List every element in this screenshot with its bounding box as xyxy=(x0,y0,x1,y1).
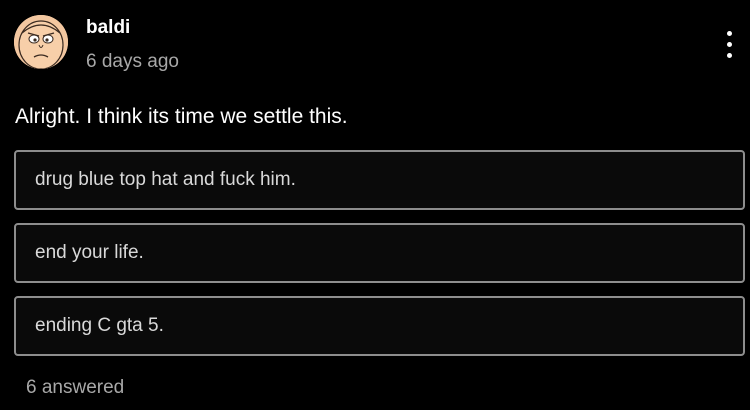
menu-dot xyxy=(727,53,732,58)
avatar[interactable] xyxy=(14,15,68,69)
poll-option[interactable]: drug blue top hat and fuck him. xyxy=(14,150,745,210)
cartoon-face-icon xyxy=(14,15,68,69)
menu-dot xyxy=(727,42,732,47)
poll-option[interactable]: ending C gta 5. xyxy=(14,296,745,356)
poll-option[interactable]: end your life. xyxy=(14,223,745,283)
post-header: baldi 6 days ago xyxy=(14,15,736,77)
poll-question: Alright. I think its time we settle this… xyxy=(15,105,348,128)
more-vertical-icon[interactable] xyxy=(722,29,736,61)
menu-dot xyxy=(727,31,732,36)
answered-count: 6 answered xyxy=(26,377,125,398)
post-timestamp: 6 days ago xyxy=(86,51,179,72)
author-name[interactable]: baldi xyxy=(86,17,130,39)
poll-options: drug blue top hat and fuck him. end your… xyxy=(14,150,745,369)
